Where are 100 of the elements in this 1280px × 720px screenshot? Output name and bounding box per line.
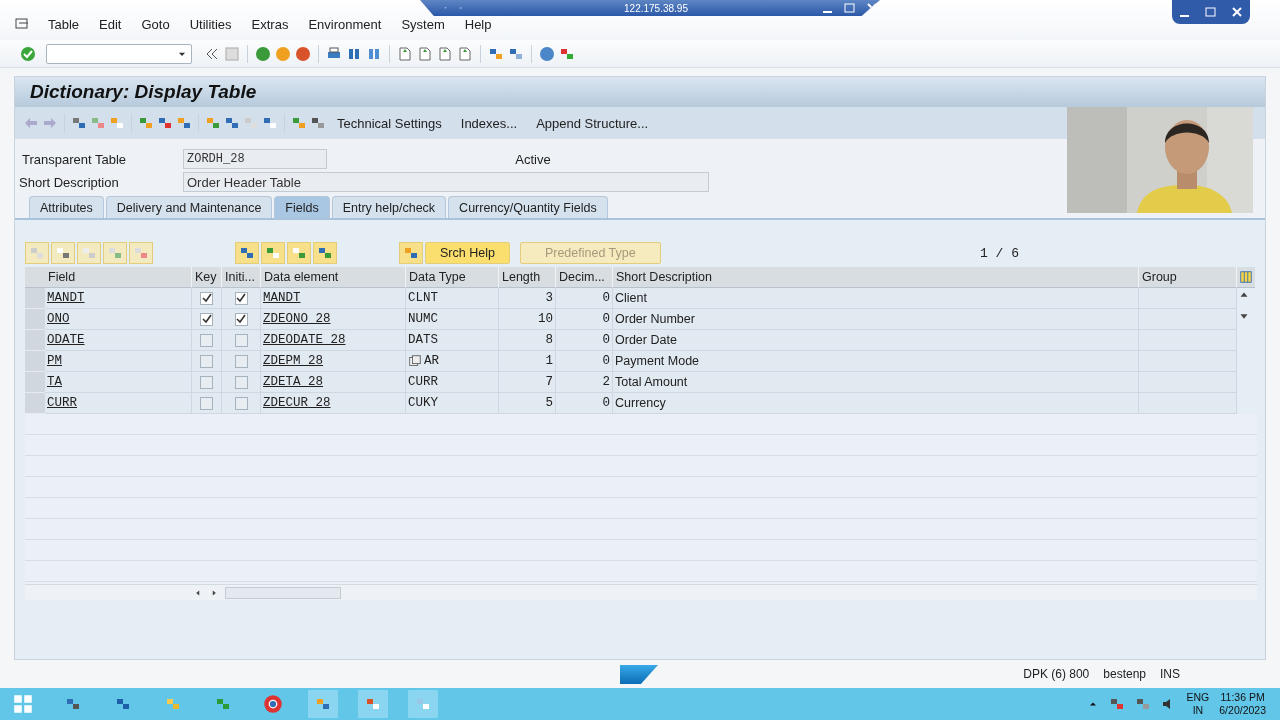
table-cell: 3	[499, 288, 556, 309]
table-cell: 1	[499, 351, 556, 372]
table-cell: 2	[556, 372, 613, 393]
previous-page-icon[interactable]	[417, 45, 433, 62]
page-counter: 1 / 6	[980, 245, 1019, 261]
table-cell: 0	[556, 309, 613, 330]
table-cell: 0	[556, 288, 613, 309]
toolbar-button[interactable]: Append Structure...	[528, 115, 657, 131]
command-field[interactable]	[46, 43, 192, 64]
checkbox[interactable]	[200, 396, 213, 410]
checkbox[interactable]	[234, 333, 248, 347]
column-header[interactable]: Group	[1139, 267, 1237, 288]
scrollbar-thumb[interactable]	[225, 586, 341, 599]
menu-icon[interactable]	[14, 16, 30, 32]
table-cell: 8	[499, 330, 556, 351]
table-cell: Order Number	[613, 309, 1139, 330]
remote-address: 122.175.38.95	[624, 2, 688, 14]
last-page-icon[interactable]	[457, 45, 473, 62]
field-name-link[interactable]: ONO	[47, 312, 70, 326]
checkbox[interactable]	[200, 375, 213, 389]
screen-title: Dictionary: Display Table	[30, 81, 257, 103]
restore-icon[interactable]	[842, 0, 858, 16]
table-cell: 7	[499, 372, 556, 393]
next-page-icon[interactable]	[437, 45, 453, 62]
menu-item[interactable]: System	[391, 16, 455, 32]
table-cell: 0	[556, 351, 613, 372]
field-name-link[interactable]: TA	[47, 375, 62, 389]
menu-item[interactable]: Environment	[298, 16, 392, 32]
checkbox[interactable]	[200, 291, 213, 305]
taskbar-app[interactable]	[358, 690, 388, 718]
tab[interactable]: Delivery and Maintenance	[105, 196, 273, 218]
checkbox[interactable]	[234, 354, 248, 368]
column-header[interactable]: Length	[499, 267, 556, 288]
toolbar-button[interactable]: Technical Settings	[329, 115, 450, 131]
table-cell: 10	[499, 309, 556, 330]
table-cell: Currency	[613, 393, 1139, 414]
table-cell: DATS	[406, 330, 499, 351]
menu-item[interactable]: Goto	[131, 16, 180, 32]
table-cell: CLNT	[406, 288, 499, 309]
tab[interactable]: Entry help/check	[331, 196, 447, 218]
clock-date[interactable]: 6/20/2023	[1219, 704, 1266, 717]
menu-item[interactable]: Help	[454, 16, 502, 32]
checkbox[interactable]	[234, 396, 248, 410]
tab[interactable]: Currency/Quantity Fields	[448, 196, 608, 218]
toolbar-button[interactable]: Indexes...	[452, 115, 526, 131]
check-icon[interactable]	[20, 45, 36, 62]
field-name-link[interactable]: CURR	[47, 396, 77, 410]
column-header[interactable]: Key	[192, 267, 222, 288]
table-cell: Client	[613, 288, 1139, 309]
table-cell: Total Amount	[613, 372, 1139, 393]
field-name-link[interactable]: MANDT	[47, 291, 85, 305]
table-name-field[interactable]: ZORDH_28	[183, 149, 327, 169]
table-cell: Order Date	[613, 330, 1139, 351]
tab[interactable]: Fields	[274, 196, 330, 218]
insert-mode: INS	[1160, 667, 1180, 681]
checkbox[interactable]	[200, 354, 213, 368]
checkbox[interactable]	[234, 375, 248, 389]
column-header[interactable]: Initi...	[222, 267, 261, 288]
data-element-link[interactable]: MANDT	[263, 291, 301, 305]
column-header[interactable]: Data element	[261, 267, 406, 288]
windows-icon[interactable]	[13, 694, 33, 714]
header-corner	[25, 267, 45, 288]
checkbox[interactable]	[200, 312, 213, 326]
field-label: Short Description	[19, 174, 120, 190]
column-header[interactable]: Data Type	[406, 267, 499, 288]
first-page-icon[interactable]	[397, 45, 413, 62]
taskbar-app[interactable]	[408, 690, 438, 718]
menu-item[interactable]: Table	[38, 16, 90, 32]
system-info[interactable]: DPK (6) 800	[1023, 667, 1090, 681]
column-header[interactable]: Field	[45, 267, 192, 288]
description-field[interactable]: Order Header Table	[183, 172, 709, 192]
tab[interactable]: Attributes	[29, 196, 104, 218]
table-cell: 5	[499, 393, 556, 414]
restore-icon[interactable]	[1203, 4, 1219, 20]
toolbar-button[interactable]: Srch Help	[425, 242, 510, 264]
table-cell: CURR	[406, 372, 499, 393]
menu-item[interactable]: Edit	[89, 16, 132, 32]
table-cell: CUKY	[406, 393, 499, 414]
status-text: Active	[515, 151, 552, 167]
field-name-link[interactable]: ODATE	[47, 333, 85, 347]
clock-time[interactable]: 11:36 PM	[1220, 691, 1265, 704]
region[interactable]: IN	[1192, 704, 1204, 717]
menu-item[interactable]: Utilities	[179, 16, 242, 32]
server-name: bestenp	[1103, 667, 1146, 681]
checkbox[interactable]	[234, 291, 248, 305]
table-cell: AR	[424, 354, 439, 368]
field-label: Transparent Table	[21, 151, 128, 167]
menu-item[interactable]: Extras	[241, 16, 299, 32]
logo-icon	[620, 665, 658, 684]
checkbox[interactable]	[234, 312, 248, 326]
language[interactable]: ENG	[1186, 691, 1210, 704]
table-cell: NUMC	[406, 309, 499, 330]
column-header[interactable]: Decim...	[556, 267, 613, 288]
column-header[interactable]: Short Description	[613, 267, 1139, 288]
table-cell: 0	[556, 393, 613, 414]
taskbar-app[interactable]	[308, 690, 338, 718]
field-name-link[interactable]: PM	[47, 354, 62, 368]
table-cell: Payment Mode	[613, 351, 1139, 372]
checkbox[interactable]	[200, 333, 213, 347]
table-cell: 0	[556, 330, 613, 351]
